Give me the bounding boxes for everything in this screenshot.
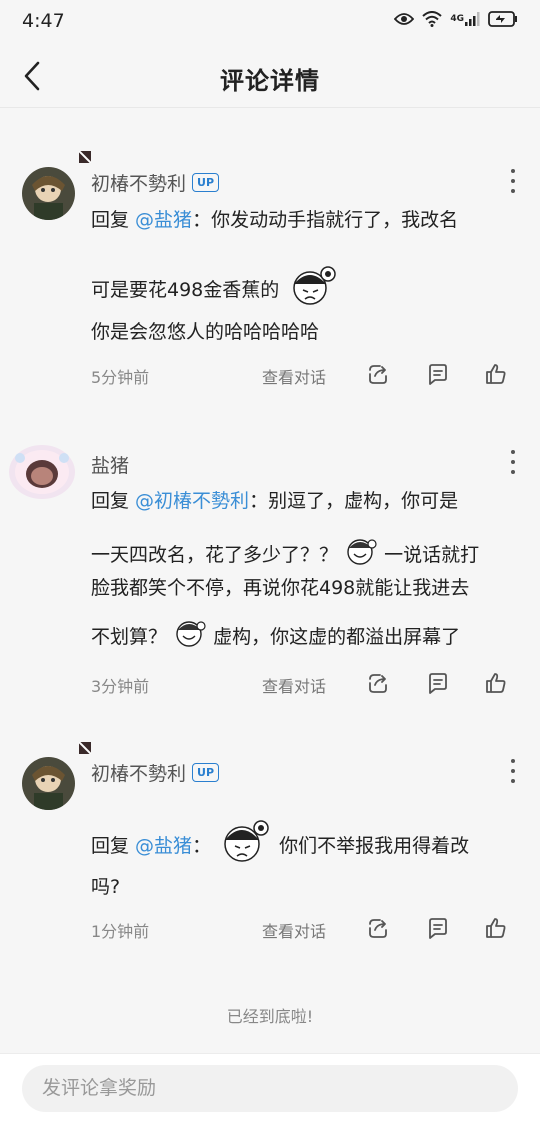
comment-text: 吗? (91, 876, 121, 898)
comment-text: 脸我都笑个不停，再说你花498就能让我进去 (91, 577, 470, 599)
comment-meta: 1分钟前 查看对话 (91, 916, 518, 942)
sticker-emote (217, 816, 273, 873)
avatar-pendant (78, 148, 92, 164)
more-vertical-icon (511, 450, 515, 454)
comment-text-line: 吗? (91, 872, 120, 899)
share-button[interactable] (366, 362, 390, 386)
view-conversation-link[interactable]: 查看对话 (262, 918, 326, 942)
like-button[interactable] (484, 916, 508, 940)
thumbs-up-icon (486, 918, 506, 938)
comment-text: 你们不举报我用得着改 (279, 835, 470, 857)
sticker-emote (285, 262, 341, 315)
comment-icon (429, 918, 447, 939)
username-row: 初椿不勢利 UP (91, 169, 220, 196)
comment-text-line: 回复 @初椿不勢利：别逗了，虚构，你可是 (91, 486, 458, 513)
more-dot (511, 779, 515, 783)
avatar[interactable] (22, 757, 75, 810)
thumbs-up-icon (486, 364, 506, 384)
more-button[interactable] (508, 169, 518, 193)
more-vertical-icon (511, 169, 515, 173)
status-bar: 4:47 4G (0, 0, 540, 44)
like-button[interactable] (484, 671, 508, 695)
avatar[interactable] (8, 444, 76, 500)
comment-input[interactable]: 发评论拿奖励 (22, 1065, 518, 1112)
reply-prefix: 回复 (91, 835, 136, 857)
username[interactable]: 初椿不勢利 (91, 169, 186, 196)
more-dot (511, 189, 515, 193)
reply-button[interactable] (426, 916, 450, 940)
sticker-emote (173, 618, 207, 653)
view-conversation-link[interactable]: 查看对话 (262, 673, 326, 697)
comment-text: ： (192, 835, 212, 857)
up-badge: UP (192, 173, 220, 192)
comment-text: ：别逗了，虚构，你可是 (249, 490, 459, 512)
status-icons: 4G (394, 11, 518, 27)
thumbs-up-icon (486, 673, 506, 693)
username[interactable]: 盐猪 (91, 451, 129, 478)
comment-text: 你是会忽悠人的哈哈哈哈哈 (91, 321, 320, 343)
comment-icon (429, 364, 447, 385)
more-button[interactable] (508, 759, 518, 783)
comment-time: 5分钟前 (91, 368, 150, 387)
status-time: 4:47 (22, 10, 65, 32)
share-icon (369, 365, 387, 384)
comment-text: 虚构，你这虚的都溢出屏幕了 (213, 626, 461, 648)
battery-icon (488, 11, 518, 27)
comment-text-line: 可是要花498金香蕉的 (91, 262, 341, 315)
share-icon (369, 919, 387, 938)
reply-prefix: 回复 (91, 490, 136, 512)
comment-text-line: 你是会忽悠人的哈哈哈哈哈 (91, 317, 319, 344)
avatar-pendant (78, 739, 92, 755)
comment-text-line: 一天四改名，花了多少了？？ 一说话就打 (91, 536, 479, 571)
eye-icon (394, 12, 415, 26)
username[interactable]: 初椿不勢利 (91, 759, 186, 786)
top-app-bar: 评论详情 (0, 44, 540, 108)
share-button[interactable] (366, 916, 390, 940)
comment-text-line: 脸我都笑个不停，再说你花498就能让我进去 (91, 573, 469, 600)
comment-icon (429, 673, 447, 694)
more-dot (511, 470, 515, 474)
comment-text: 一说话就打 (384, 544, 480, 566)
more-dot (511, 769, 515, 773)
comment-text: 可是要花498金香蕉的 (91, 279, 280, 301)
comment-text-line: 回复 @盐猪：你发动动手指就行了，我改名 (91, 205, 458, 232)
comment-text: 一天四改名，花了多少了？？ (91, 544, 339, 566)
reply-button[interactable] (426, 671, 450, 695)
mention-link[interactable]: @初椿不勢利 (135, 490, 249, 512)
mention-link[interactable]: @盐猪 (135, 209, 192, 231)
up-badge: UP (192, 763, 220, 782)
reply-prefix: 回复 (91, 209, 136, 231)
comment-text-line: 不划算？ 虚构，你这虚的都溢出屏幕了 (91, 618, 460, 653)
share-icon (369, 674, 387, 693)
comment-time: 3分钟前 (91, 677, 150, 696)
comment-input-bar: 发评论拿奖励 (0, 1053, 540, 1122)
network-type: 4G (450, 14, 464, 24)
reply-button[interactable] (426, 362, 450, 386)
signal-icon: 4G (450, 11, 480, 27)
more-dot (511, 179, 515, 183)
comment-text-line: 回复 @盐猪： 你们不举报我用得着改 (91, 816, 469, 873)
comment-meta: 3分钟前 查看对话 (91, 671, 518, 697)
more-dot (511, 460, 515, 464)
like-button[interactable] (484, 362, 508, 386)
sticker-emote (344, 536, 378, 571)
comment-meta: 5分钟前 查看对话 (91, 362, 518, 388)
comment-text: ：你发动动手指就行了，我改名 (192, 209, 459, 231)
username-row: 初椿不勢利 UP (91, 759, 220, 786)
share-button[interactable] (366, 671, 390, 695)
more-button[interactable] (508, 450, 518, 474)
page-title: 评论详情 (220, 67, 320, 95)
end-of-list-text: 已经到底啦! (226, 1007, 314, 1026)
comment-text: 不划算？ (91, 626, 168, 648)
avatar[interactable] (22, 167, 75, 220)
view-conversation-link[interactable]: 查看对话 (262, 364, 326, 388)
mention-link[interactable]: @盐猪 (135, 835, 192, 857)
username-row: 盐猪 (91, 451, 129, 478)
wifi-icon (422, 11, 443, 27)
more-vertical-icon (511, 759, 515, 763)
comment-time: 1分钟前 (91, 922, 150, 941)
